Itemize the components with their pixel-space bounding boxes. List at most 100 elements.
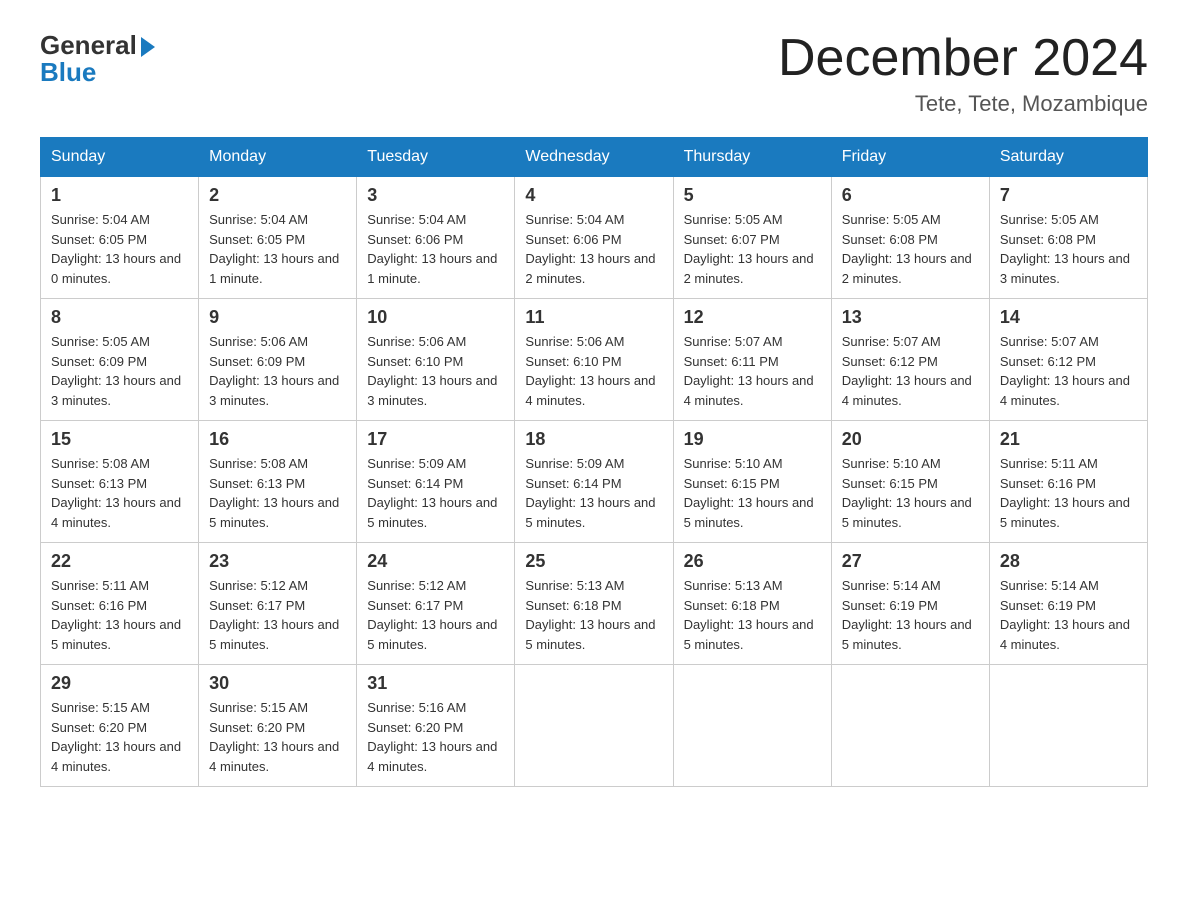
month-title: December 2024 [778,30,1148,87]
day-info: Sunrise: 5:09 AMSunset: 6:14 PMDaylight:… [367,456,497,530]
day-number: 1 [51,185,188,206]
day-number: 29 [51,673,188,694]
calendar-day-cell: 29 Sunrise: 5:15 AMSunset: 6:20 PMDaylig… [41,665,199,787]
day-info: Sunrise: 5:08 AMSunset: 6:13 PMDaylight:… [209,456,339,530]
calendar-day-cell: 21 Sunrise: 5:11 AMSunset: 6:16 PMDaylig… [989,421,1147,543]
calendar-day-cell: 28 Sunrise: 5:14 AMSunset: 6:19 PMDaylig… [989,543,1147,665]
day-number: 11 [525,307,662,328]
day-number: 4 [525,185,662,206]
calendar-day-cell: 3 Sunrise: 5:04 AMSunset: 6:06 PMDayligh… [357,177,515,299]
day-info: Sunrise: 5:09 AMSunset: 6:14 PMDaylight:… [525,456,655,530]
calendar-day-cell: 11 Sunrise: 5:06 AMSunset: 6:10 PMDaylig… [515,299,673,421]
calendar-header-wednesday: Wednesday [515,138,673,177]
location-title: Tete, Tete, Mozambique [778,91,1148,117]
day-info: Sunrise: 5:04 AMSunset: 6:06 PMDaylight:… [525,212,655,286]
day-info: Sunrise: 5:04 AMSunset: 6:05 PMDaylight:… [209,212,339,286]
day-number: 22 [51,551,188,572]
calendar-day-cell: 22 Sunrise: 5:11 AMSunset: 6:16 PMDaylig… [41,543,199,665]
calendar-header-thursday: Thursday [673,138,831,177]
calendar-day-cell: 6 Sunrise: 5:05 AMSunset: 6:08 PMDayligh… [831,177,989,299]
calendar-day-cell: 4 Sunrise: 5:04 AMSunset: 6:06 PMDayligh… [515,177,673,299]
day-number: 30 [209,673,346,694]
day-number: 3 [367,185,504,206]
day-number: 8 [51,307,188,328]
day-info: Sunrise: 5:14 AMSunset: 6:19 PMDaylight:… [842,578,972,652]
day-number: 28 [1000,551,1137,572]
day-number: 24 [367,551,504,572]
day-number: 23 [209,551,346,572]
day-info: Sunrise: 5:06 AMSunset: 6:10 PMDaylight:… [367,334,497,408]
day-number: 6 [842,185,979,206]
day-info: Sunrise: 5:16 AMSunset: 6:20 PMDaylight:… [367,700,497,774]
calendar-day-cell: 27 Sunrise: 5:14 AMSunset: 6:19 PMDaylig… [831,543,989,665]
calendar-day-cell: 10 Sunrise: 5:06 AMSunset: 6:10 PMDaylig… [357,299,515,421]
day-number: 17 [367,429,504,450]
day-info: Sunrise: 5:13 AMSunset: 6:18 PMDaylight:… [525,578,655,652]
calendar-day-cell: 7 Sunrise: 5:05 AMSunset: 6:08 PMDayligh… [989,177,1147,299]
day-number: 18 [525,429,662,450]
day-info: Sunrise: 5:04 AMSunset: 6:05 PMDaylight:… [51,212,181,286]
day-info: Sunrise: 5:15 AMSunset: 6:20 PMDaylight:… [51,700,181,774]
day-info: Sunrise: 5:07 AMSunset: 6:12 PMDaylight:… [842,334,972,408]
day-info: Sunrise: 5:05 AMSunset: 6:08 PMDaylight:… [1000,212,1130,286]
day-info: Sunrise: 5:10 AMSunset: 6:15 PMDaylight:… [842,456,972,530]
day-info: Sunrise: 5:07 AMSunset: 6:12 PMDaylight:… [1000,334,1130,408]
calendar-day-cell: 30 Sunrise: 5:15 AMSunset: 6:20 PMDaylig… [199,665,357,787]
calendar-week-row: 22 Sunrise: 5:11 AMSunset: 6:16 PMDaylig… [41,543,1148,665]
calendar-day-cell: 25 Sunrise: 5:13 AMSunset: 6:18 PMDaylig… [515,543,673,665]
logo-blue-text: Blue [40,57,96,88]
calendar-header-friday: Friday [831,138,989,177]
calendar-day-cell: 5 Sunrise: 5:05 AMSunset: 6:07 PMDayligh… [673,177,831,299]
day-number: 12 [684,307,821,328]
calendar-table: SundayMondayTuesdayWednesdayThursdayFrid… [40,137,1148,787]
calendar-week-row: 15 Sunrise: 5:08 AMSunset: 6:13 PMDaylig… [41,421,1148,543]
calendar-day-cell: 9 Sunrise: 5:06 AMSunset: 6:09 PMDayligh… [199,299,357,421]
calendar-header-saturday: Saturday [989,138,1147,177]
calendar-day-cell: 2 Sunrise: 5:04 AMSunset: 6:05 PMDayligh… [199,177,357,299]
calendar-day-cell: 31 Sunrise: 5:16 AMSunset: 6:20 PMDaylig… [357,665,515,787]
day-info: Sunrise: 5:13 AMSunset: 6:18 PMDaylight:… [684,578,814,652]
calendar-week-row: 29 Sunrise: 5:15 AMSunset: 6:20 PMDaylig… [41,665,1148,787]
calendar-day-cell: 18 Sunrise: 5:09 AMSunset: 6:14 PMDaylig… [515,421,673,543]
day-info: Sunrise: 5:12 AMSunset: 6:17 PMDaylight:… [209,578,339,652]
day-number: 5 [684,185,821,206]
calendar-header-sunday: Sunday [41,138,199,177]
calendar-day-cell: 24 Sunrise: 5:12 AMSunset: 6:17 PMDaylig… [357,543,515,665]
day-number: 2 [209,185,346,206]
calendar-empty-cell [515,665,673,787]
logo-arrow-icon [141,37,155,57]
calendar-header-tuesday: Tuesday [357,138,515,177]
page-header: General Blue December 2024 Tete, Tete, M… [40,30,1148,117]
calendar-empty-cell [989,665,1147,787]
calendar-week-row: 8 Sunrise: 5:05 AMSunset: 6:09 PMDayligh… [41,299,1148,421]
day-number: 13 [842,307,979,328]
day-number: 7 [1000,185,1137,206]
day-info: Sunrise: 5:15 AMSunset: 6:20 PMDaylight:… [209,700,339,774]
calendar-week-row: 1 Sunrise: 5:04 AMSunset: 6:05 PMDayligh… [41,177,1148,299]
day-info: Sunrise: 5:11 AMSunset: 6:16 PMDaylight:… [1000,456,1130,530]
day-number: 16 [209,429,346,450]
calendar-day-cell: 12 Sunrise: 5:07 AMSunset: 6:11 PMDaylig… [673,299,831,421]
day-info: Sunrise: 5:12 AMSunset: 6:17 PMDaylight:… [367,578,497,652]
calendar-day-cell: 17 Sunrise: 5:09 AMSunset: 6:14 PMDaylig… [357,421,515,543]
calendar-day-cell: 8 Sunrise: 5:05 AMSunset: 6:09 PMDayligh… [41,299,199,421]
day-number: 10 [367,307,504,328]
day-info: Sunrise: 5:11 AMSunset: 6:16 PMDaylight:… [51,578,181,652]
calendar-day-cell: 13 Sunrise: 5:07 AMSunset: 6:12 PMDaylig… [831,299,989,421]
day-number: 27 [842,551,979,572]
logo: General Blue [40,30,155,88]
day-info: Sunrise: 5:07 AMSunset: 6:11 PMDaylight:… [684,334,814,408]
day-info: Sunrise: 5:05 AMSunset: 6:09 PMDaylight:… [51,334,181,408]
day-number: 26 [684,551,821,572]
day-info: Sunrise: 5:06 AMSunset: 6:10 PMDaylight:… [525,334,655,408]
calendar-day-cell: 23 Sunrise: 5:12 AMSunset: 6:17 PMDaylig… [199,543,357,665]
calendar-day-cell: 15 Sunrise: 5:08 AMSunset: 6:13 PMDaylig… [41,421,199,543]
day-info: Sunrise: 5:08 AMSunset: 6:13 PMDaylight:… [51,456,181,530]
day-info: Sunrise: 5:06 AMSunset: 6:09 PMDaylight:… [209,334,339,408]
calendar-day-cell: 16 Sunrise: 5:08 AMSunset: 6:13 PMDaylig… [199,421,357,543]
calendar-empty-cell [673,665,831,787]
day-number: 21 [1000,429,1137,450]
day-number: 20 [842,429,979,450]
day-number: 9 [209,307,346,328]
calendar-empty-cell [831,665,989,787]
